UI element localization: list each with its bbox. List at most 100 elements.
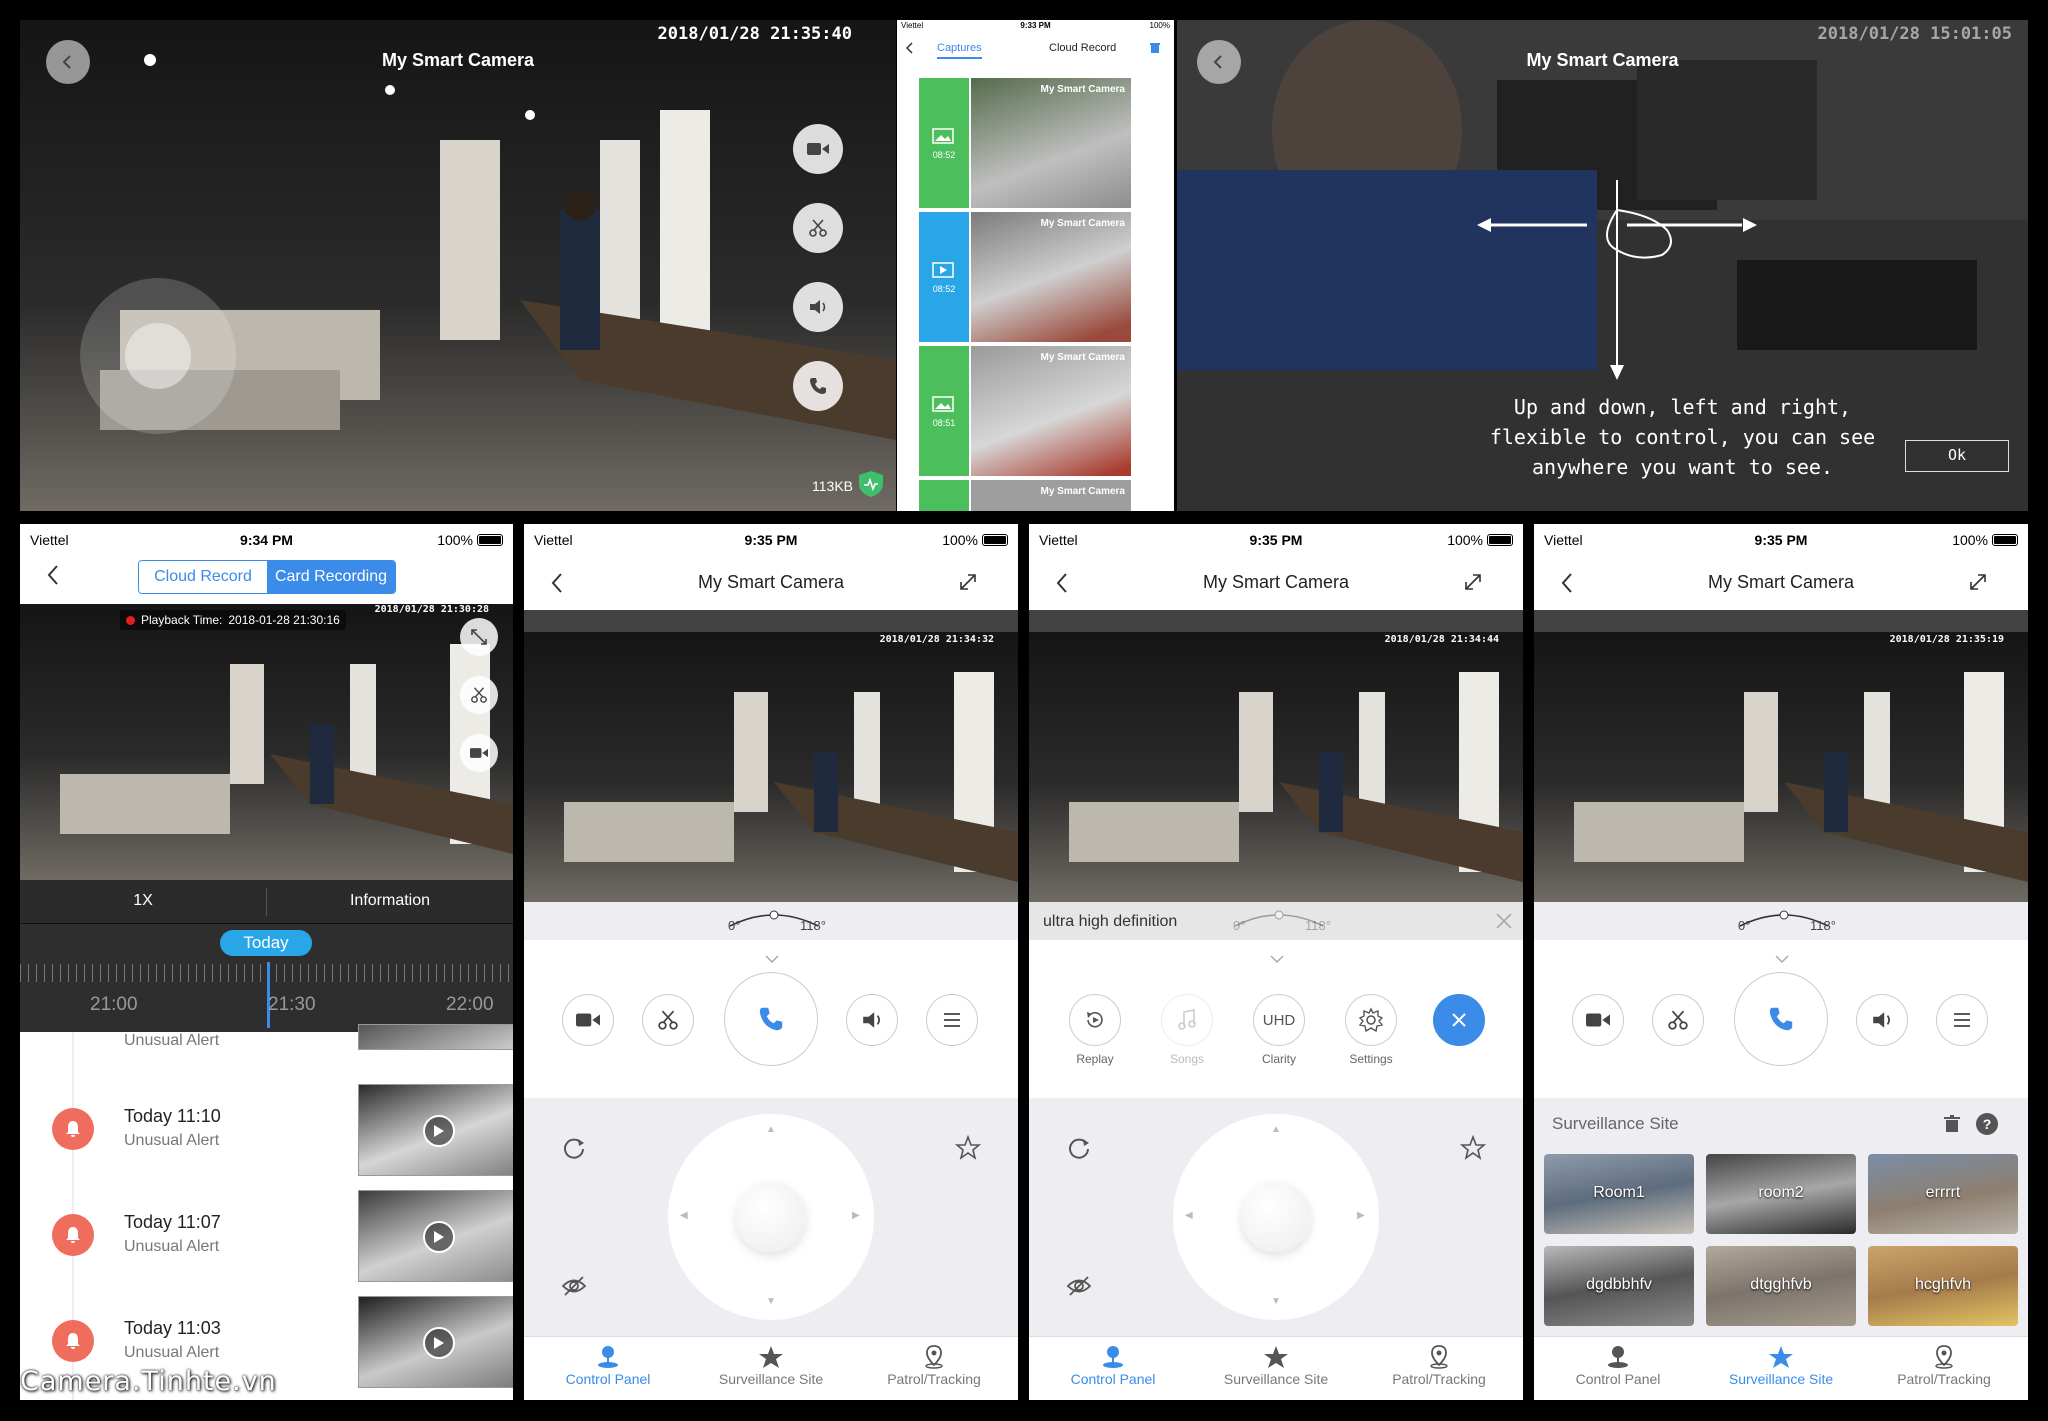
capture-thumb[interactable]: My Smart Camera <box>971 212 1131 342</box>
capture-time: 08:51 <box>932 418 956 428</box>
alert-item[interactable]: Today 11:07 Unusual Alert <box>20 1190 513 1290</box>
camera-feed: 2018/01/28 21:34:32 <box>524 632 1018 902</box>
alert-thumbnail[interactable] <box>358 1024 513 1050</box>
playback-label: Playback Time: <box>141 613 223 627</box>
menu-button[interactable] <box>926 994 978 1046</box>
site-name: errrrt <box>1925 1184 1961 1201</box>
site-tile[interactable]: dtgghfvb <box>1706 1246 1856 1326</box>
joystick-knob[interactable] <box>125 323 191 389</box>
trash-icon[interactable] <box>1942 1114 1962 1134</box>
segment-card-recording[interactable]: Card Recording <box>267 561 395 593</box>
timeline[interactable]: Today 21:00 21:30 22:00 <box>20 924 513 1032</box>
capture-thumb[interactable]: My Smart Camera <box>971 78 1131 208</box>
speaker-button[interactable] <box>1856 994 1908 1046</box>
privacy-button[interactable] <box>554 1266 594 1306</box>
record-button[interactable] <box>460 734 498 772</box>
speed-button[interactable]: 1X <box>20 892 266 910</box>
rotate-button[interactable] <box>1059 1128 1099 1168</box>
today-badge[interactable]: Today <box>220 930 312 956</box>
trash-icon[interactable] <box>1149 42 1161 54</box>
ptz-joystick[interactable]: ▲ ▼ ◀ ▶ <box>1173 1114 1379 1320</box>
rotate-button[interactable] <box>554 1128 594 1168</box>
play-icon <box>423 1115 455 1147</box>
site-tile[interactable]: hcghfvh <box>1868 1246 2018 1326</box>
chevron-down-icon[interactable] <box>1774 954 1790 964</box>
snapshot-button[interactable] <box>642 994 694 1046</box>
alert-thumbnail[interactable] <box>358 1190 513 1282</box>
settings-button[interactable] <box>1345 994 1397 1046</box>
songs-button[interactable] <box>1161 994 1213 1046</box>
capture-thumb[interactable]: My Smart Camera <box>971 480 1131 511</box>
site-tile[interactable]: Room1 <box>1544 1154 1694 1234</box>
swipe-gesture-icon <box>1477 180 1757 380</box>
joystick-knob[interactable] <box>1241 1182 1311 1252</box>
tab-surveillance-site[interactable]: Surveillance Site <box>1206 1345 1346 1387</box>
fullscreen-icon[interactable] <box>958 572 978 592</box>
tab-patrol-tracking[interactable]: Patrol/Tracking <box>1874 1345 2014 1387</box>
snapshot-button[interactable] <box>460 676 498 714</box>
privacy-button[interactable] <box>1059 1266 1099 1306</box>
camera-feed: 2018/01/28 21:35:19 <box>1534 632 2028 902</box>
call-button[interactable] <box>793 361 843 411</box>
alert-thumbnail[interactable] <box>358 1296 513 1388</box>
close-icon[interactable] <box>1495 912 1513 930</box>
chevron-down-icon[interactable] <box>764 954 780 964</box>
timestamp: 2018/01/28 21:30:28 <box>374 604 489 615</box>
site-tile[interactable]: errrrt <box>1868 1154 2018 1234</box>
replay-button[interactable] <box>1069 994 1121 1046</box>
segment-control: Cloud Record Card Recording <box>138 560 396 594</box>
ptz-panel: ▲ ▼ ◀ ▶ <box>524 1098 1018 1336</box>
camera-feed: 2018/01/28 21:34:44 <box>1029 632 1523 902</box>
favorite-button[interactable] <box>948 1128 988 1168</box>
speaker-button[interactable] <box>846 994 898 1046</box>
tab-surveillance-site[interactable]: Surveillance Site <box>1711 1345 1851 1387</box>
video-camera-icon <box>807 143 829 155</box>
joystick-knob[interactable] <box>736 1182 806 1252</box>
chevron-down-icon[interactable] <box>1269 954 1285 964</box>
speaker-button[interactable] <box>793 282 843 332</box>
alert-thumbnail[interactable] <box>358 1084 513 1176</box>
back-icon[interactable] <box>46 564 60 586</box>
call-button[interactable] <box>1734 972 1828 1066</box>
snapshot-button[interactable] <box>1652 994 1704 1046</box>
capture-thumb[interactable]: My Smart Camera <box>971 346 1131 476</box>
tab-control-panel[interactable]: Control Panel <box>1548 1345 1688 1387</box>
segment-cloud-record[interactable]: Cloud Record <box>139 561 267 593</box>
record-button[interactable] <box>1572 994 1624 1046</box>
tab-captures[interactable]: Captures <box>937 42 982 59</box>
information-button[interactable]: Information <box>267 892 513 910</box>
tab-control-panel[interactable]: Control Panel <box>1043 1345 1183 1387</box>
star-icon <box>1264 1346 1288 1368</box>
clarity-button[interactable]: UHD <box>1253 994 1305 1046</box>
tab-patrol-tracking[interactable]: Patrol/Tracking <box>1369 1345 1509 1387</box>
fullscreen-button[interactable] <box>460 618 498 656</box>
alert-item[interactable]: Unusual Alert <box>20 1024 513 1054</box>
record-button[interactable] <box>793 124 843 174</box>
tab-patrol-tracking[interactable]: Patrol/Tracking <box>864 1345 1004 1387</box>
favorite-button[interactable] <box>1453 1128 1493 1168</box>
status-bar: Viettel 9:35 PM 100% <box>524 524 1018 556</box>
expand-icon <box>471 629 487 645</box>
timestamp: 2018/01/28 21:35:19 <box>1889 634 2004 645</box>
tab-cloud-record[interactable]: Cloud Record <box>1049 42 1116 54</box>
menu-button[interactable] <box>1936 994 1988 1046</box>
fullscreen-icon[interactable] <box>1968 572 1988 592</box>
video-camera-icon <box>576 1013 600 1027</box>
watermark: Camera.Tinhte.vn <box>20 1366 277 1397</box>
help-icon[interactable]: ? <box>1976 1113 1998 1135</box>
ok-button[interactable]: Ok <box>1905 440 2009 472</box>
tab-surveillance-site[interactable]: Surveillance Site <box>701 1345 841 1387</box>
image-icon <box>932 128 954 144</box>
record-button[interactable] <box>562 994 614 1046</box>
ptz-joystick[interactable]: ▲ ▼ ◀ ▶ <box>668 1114 874 1320</box>
fullscreen-icon[interactable] <box>1463 572 1483 592</box>
tab-control-panel[interactable]: Control Panel <box>538 1345 678 1387</box>
site-tile[interactable]: dgdbbhfv <box>1544 1246 1694 1326</box>
ptz-joystick[interactable] <box>80 278 236 434</box>
call-button[interactable] <box>724 972 818 1066</box>
close-menu-button[interactable] <box>1433 994 1485 1046</box>
site-tile[interactable]: room2 <box>1706 1154 1856 1234</box>
alert-item[interactable]: Today 11:10 Unusual Alert <box>20 1084 513 1184</box>
snapshot-button[interactable] <box>793 203 843 253</box>
back-icon[interactable] <box>905 42 915 54</box>
